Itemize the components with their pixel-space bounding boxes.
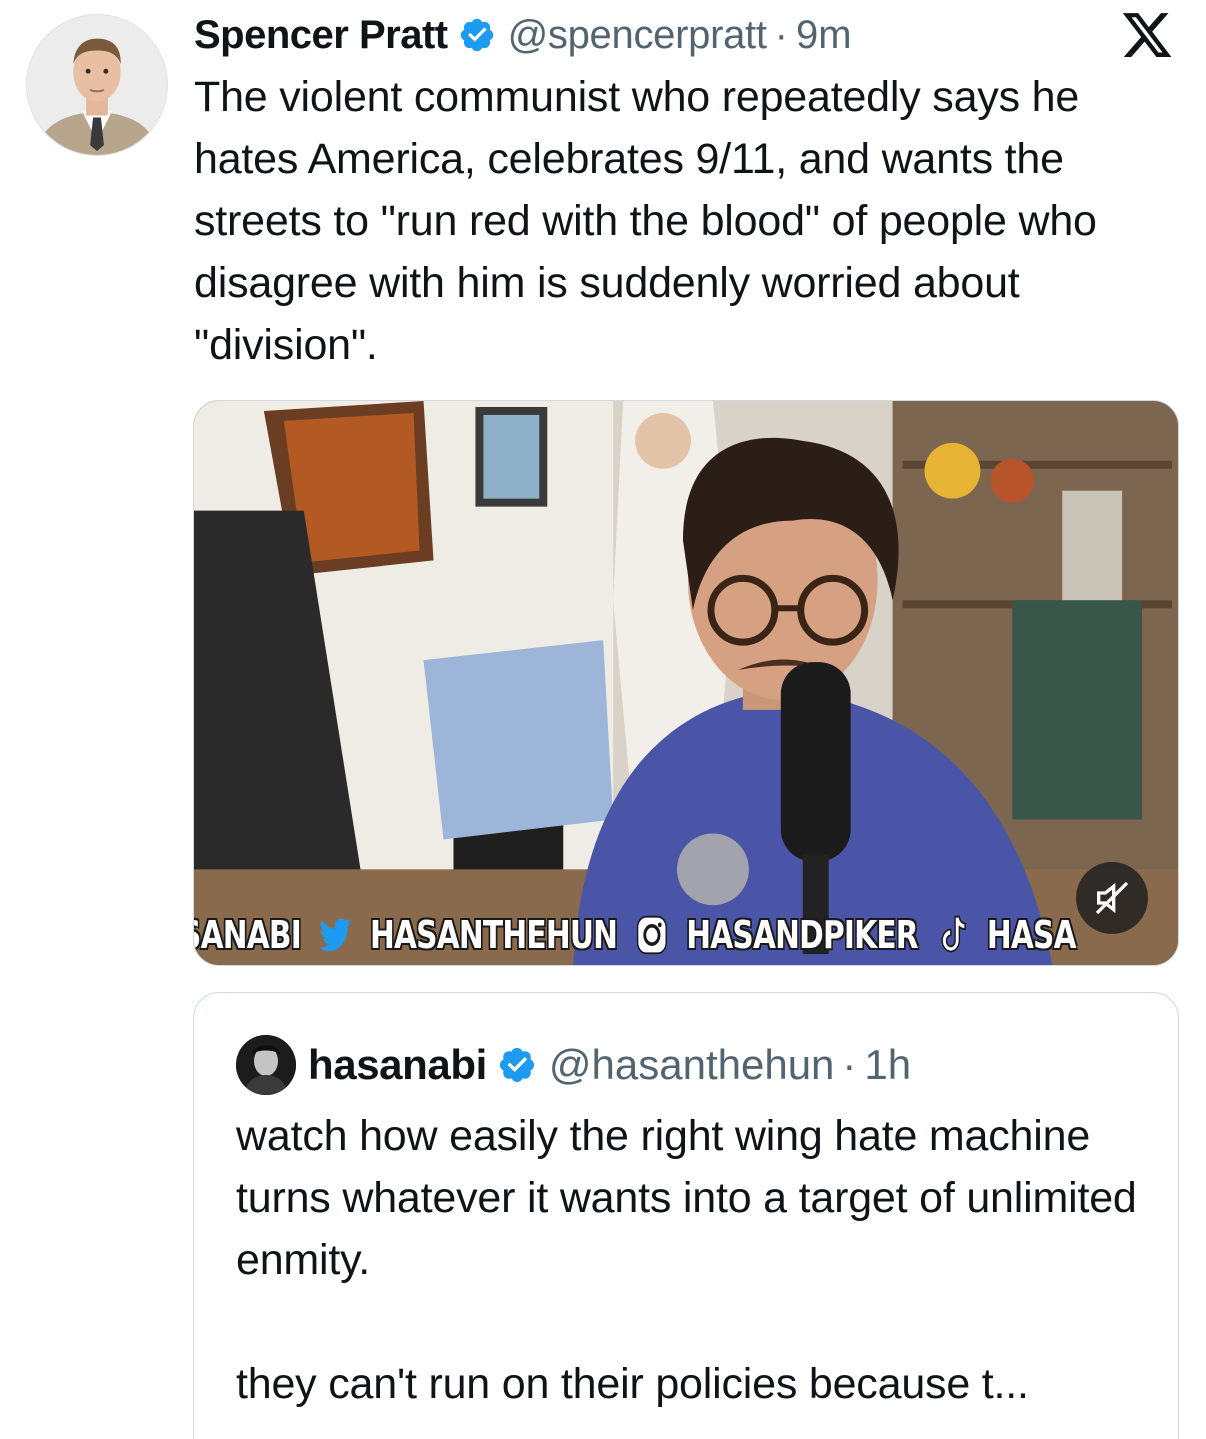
ticker-text-1: SANABI	[194, 913, 302, 958]
x-logo-icon[interactable]	[1120, 8, 1174, 62]
separator-dot: ·	[842, 1041, 857, 1088]
tweet-video[interactable]: SANABI HASANTHEHUN HASANDPIKER HASA	[193, 400, 1179, 966]
author-handle[interactable]: @spencerpratt	[508, 13, 767, 58]
quoted-text-paragraph-1: watch how easily the right wing hate mac…	[236, 1112, 1137, 1284]
tweet-text: The violent communist who repeatedly say…	[194, 73, 1097, 369]
tweet-header: Spencer Pratt @spencerpratt · 9m	[194, 6, 852, 64]
tiktok-icon	[932, 913, 973, 957]
quoted-timestamp[interactable]: 1h	[864, 1041, 911, 1089]
author-avatar[interactable]	[26, 14, 168, 156]
unmute-button[interactable]	[1076, 862, 1148, 934]
quoted-tweet[interactable]: hasanabi @hasanthehun · 1h watch how eas…	[193, 992, 1179, 1439]
verified-badge-icon[interactable]	[458, 16, 496, 54]
quoted-tweet-header: hasanabi @hasanthehun · 1h	[236, 1035, 911, 1095]
separator-dot: ·	[774, 12, 788, 57]
quoted-author-handle[interactable]: @hasanthehun	[549, 1041, 835, 1089]
quoted-author-name[interactable]: hasanabi	[308, 1041, 487, 1089]
verified-badge-icon[interactable]	[497, 1045, 537, 1085]
twitter-bird-icon	[315, 913, 356, 957]
ticker-text-2: HASANTHEHUN	[369, 913, 618, 958]
quoted-author-avatar[interactable]	[236, 1035, 296, 1095]
quoted-text-paragraph-2: they can't run on their policies because…	[236, 1360, 1029, 1408]
video-frame	[194, 401, 1178, 965]
ticker-text-4: HASA	[986, 913, 1077, 958]
video-caption-ticker: SANABI HASANTHEHUN HASANDPIKER HASA	[194, 903, 1178, 965]
speaker-muted-icon	[1095, 881, 1129, 915]
ticker-text-3: HASANDPIKER	[686, 913, 918, 958]
timestamp[interactable]: 9m	[796, 13, 852, 58]
instagram-icon	[631, 913, 672, 957]
author-name[interactable]: Spencer Pratt	[194, 13, 448, 58]
quoted-tweet-text: watch how easily the right wing hate mac…	[236, 1105, 1156, 1415]
